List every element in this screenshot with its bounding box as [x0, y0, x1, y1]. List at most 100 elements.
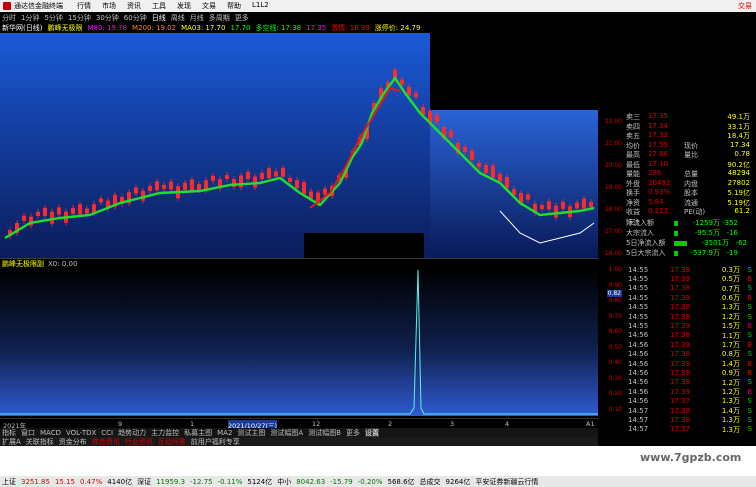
indicator-tab[interactable]: MACD — [40, 429, 61, 437]
indicator-tab[interactable]: MA2 — [217, 429, 232, 437]
status-item: -0.20% — [357, 477, 383, 486]
flow-row: 5日净流入额 -3501万 -62 — [626, 238, 756, 248]
menu-item[interactable]: 工具 — [152, 1, 166, 11]
sub-indicator-name[interactable]: 鹏峰无极限副 — [2, 259, 44, 269]
period-tab[interactable]: 日线 — [152, 13, 166, 23]
menu-item[interactable]: 文易 — [202, 1, 216, 11]
tick-row[interactable]: 14:55 17.38 0.3万 S — [628, 265, 754, 274]
quote-row: 外盘 20492 内盘 27802 — [626, 179, 754, 188]
tick-row[interactable]: 14:57 17.38 1.3万 S — [628, 415, 754, 424]
flow-label: 5日净流入额 — [626, 239, 666, 247]
app-logo-icon — [3, 2, 11, 10]
period-tab[interactable]: 周线 — [171, 13, 185, 23]
extension-tab[interactable]: 互动问答 — [158, 437, 186, 447]
flow-bar — [674, 220, 678, 226]
tick-side: B — [747, 293, 752, 302]
menu-item[interactable]: 市场 — [102, 1, 116, 11]
period-tab[interactable]: 60分钟 — [124, 13, 147, 23]
indicator-tab[interactable]: CCI — [101, 429, 113, 437]
quote-value-2: 5.19亿 — [727, 189, 750, 197]
period-tab[interactable]: 15分钟 — [68, 13, 91, 23]
menu-item[interactable]: 发现 — [177, 1, 191, 11]
indicator-tabs: 指标 窗口 MACD VOL-TDX CCI 趋势动力 主力监控 私募主图 MA2 测试主图 测试幅… — [0, 427, 598, 438]
status-item: 568.6亿 — [387, 477, 415, 486]
tick-row[interactable]: 14:56 17.39 1.2万 B — [628, 387, 754, 396]
indicator-tab[interactable]: VOL-TDX — [66, 429, 96, 437]
period-tab[interactable]: 分时 — [2, 13, 16, 23]
tick-side: S — [747, 284, 752, 293]
status-item: 8042.63 — [296, 477, 326, 486]
status-item: -15.79 — [330, 477, 353, 486]
quote-value: 17.34 — [648, 121, 669, 130]
tick-row[interactable]: 14:55 17.38 0.7万 S — [628, 284, 754, 293]
quote-label: 最高 — [626, 151, 640, 159]
tick-time: 14:56 — [628, 397, 649, 406]
period-tab[interactable]: 30分钟 — [96, 13, 119, 23]
quote-value: 17.10 — [648, 159, 669, 168]
menu-item[interactable]: 帮助 — [227, 1, 241, 11]
tick-row[interactable]: 14:56 17.38 0.8万 S — [628, 350, 754, 359]
tick-row[interactable]: 14:55 17.38 1.3万 S — [628, 303, 754, 312]
tick-row[interactable]: 14:56 17.37 1.3万 S — [628, 397, 754, 406]
extension-tab[interactable]: 扩展A — [2, 437, 21, 447]
value-1: 17.70 — [230, 24, 251, 32]
quote-label: 卖五 — [626, 132, 640, 140]
tick-list[interactable]: 14:55 17.38 0.3万 S 14:55 17.39 0.5万 B 14:55 17.38… — [624, 264, 756, 439]
tick-price: 17.37 — [670, 397, 691, 406]
indicator-tab[interactable]: 测试幅图B — [308, 428, 341, 438]
extension-tab[interactable]: 关联指标 — [26, 437, 54, 447]
status-item: 5124亿 — [247, 477, 273, 486]
tick-price: 17.39 — [670, 369, 691, 378]
menu-item[interactable]: 行情 — [77, 1, 91, 11]
tick-time: 14:55 — [628, 312, 649, 321]
tick-row[interactable]: 14:55 17.39 0.6万 B — [628, 293, 754, 302]
tick-side: S — [747, 416, 752, 425]
period-tab[interactable]: 多周期 — [209, 13, 230, 23]
quote-value-2: 90.2亿 — [727, 160, 750, 169]
tick-row[interactable]: 14:55 17.39 0.5万 B — [628, 274, 754, 283]
tick-row[interactable]: 14:57 17.37 1.3万 S — [628, 425, 754, 434]
tick-time: 14:55 — [628, 265, 649, 274]
candlestick-chart[interactable] — [0, 33, 598, 258]
sub-indicator-chart[interactable] — [0, 268, 598, 416]
trade-button[interactable]: 交易 — [738, 1, 752, 11]
tick-row[interactable]: 14:56 17.39 0.9万 B — [628, 368, 754, 377]
tick-time: 14:55 — [628, 293, 649, 302]
extension-tab[interactable]: 资金分布 — [59, 437, 87, 447]
sub-tick-label: 0.80 — [608, 297, 622, 304]
quote-label-2 — [684, 122, 710, 131]
tick-row[interactable]: 14:57 17.38 1.4万 S — [628, 406, 754, 415]
indicator-tab[interactable]: 测试幅图A — [270, 428, 303, 438]
tick-row[interactable]: 14:56 17.39 1.7万 B — [628, 340, 754, 349]
indicator-tab[interactable]: 设置 — [365, 427, 380, 438]
tick-row[interactable]: 14:56 17.38 1.2万 S — [628, 378, 754, 387]
status-item: 15.15 — [54, 477, 75, 486]
extension-tab[interactable]: 行业资讯 — [125, 437, 153, 447]
quote-row: 净资 5.84 流通 5.19亿 — [626, 198, 754, 207]
quote-value-2: 5.19亿 — [727, 198, 750, 207]
menu-item[interactable]: 资讯 — [127, 1, 141, 11]
tick-row[interactable]: 14:56 17.38 1.1万 S — [628, 331, 754, 340]
price-axis: 22.00 21.00 20.00 19.00 18.00 17.00 16.00 — [598, 110, 624, 258]
sub-tick-label: 0.90 — [608, 281, 622, 289]
tick-price: 17.38 — [670, 284, 691, 293]
ma80-value: M80: 19.78 — [87, 24, 128, 32]
quote-value-2: 49.1万 — [727, 113, 750, 121]
tick-row[interactable]: 14:55 17.39 1.5万 B — [628, 321, 754, 330]
tick-row[interactable]: 14:56 17.39 1.4万 B — [628, 359, 754, 368]
sub-tick-label: 1.00 — [608, 266, 622, 273]
period-tab[interactable]: 5分钟 — [44, 13, 62, 23]
period-tab[interactable]: 更多 — [235, 13, 249, 23]
tick-row[interactable]: 14:55 17.38 1.2万 S — [628, 312, 754, 321]
indicator-tab[interactable]: 更多 — [346, 428, 360, 438]
extension-tab[interactable]: 综合资讯 — [92, 437, 120, 447]
menu-item[interactable]: L1L2 — [252, 1, 269, 11]
period-tab[interactable]: 1分钟 — [21, 13, 39, 23]
tick-price: 17.38 — [670, 406, 691, 415]
price-tick-label: 21.00 — [604, 140, 622, 147]
period-tab[interactable]: 月线 — [190, 13, 204, 23]
indicator-name[interactable]: 鹏峰无极限 — [47, 23, 82, 33]
indicator-tab[interactable]: 测试主图 — [237, 428, 265, 438]
extension-tab[interactable]: 前用户福利专享 — [191, 437, 240, 447]
quote-label: 均价 — [626, 141, 640, 150]
